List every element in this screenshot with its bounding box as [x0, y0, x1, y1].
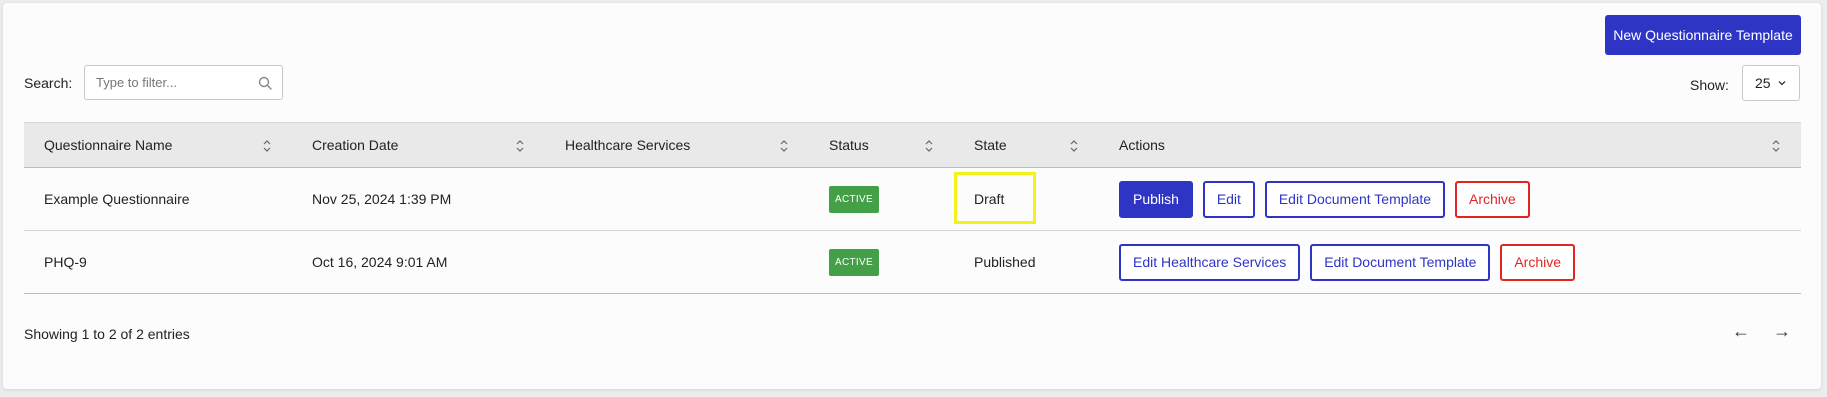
column-header-status[interactable]: Status [809, 122, 954, 168]
cell-healthcare-services [545, 230, 809, 294]
previous-page-arrow-icon[interactable]: ← [1732, 321, 1750, 342]
archive-button[interactable]: Archive [1500, 243, 1576, 281]
edit-healthcare-services-button[interactable]: Edit Healthcare Services [1119, 243, 1301, 281]
edit-button[interactable]: Edit [1202, 180, 1255, 218]
column-header-healthcare-services[interactable]: Healthcare Services [545, 122, 809, 168]
cell-actions: Edit Healthcare Services Edit Document T… [1099, 230, 1801, 294]
cell-questionnaire-name: Example Questionnaire [24, 167, 292, 231]
search-label: Search: [24, 75, 73, 91]
chevron-down-icon [1778, 81, 1786, 86]
sort-icon [263, 140, 271, 152]
show-label: Show: [1690, 77, 1729, 93]
cell-healthcare-services [545, 167, 809, 231]
next-page-arrow-icon[interactable]: → [1773, 321, 1791, 342]
column-header-actions[interactable]: Actions [1099, 122, 1801, 168]
table-row: Example Questionnaire Nov 25, 2024 1:39 … [24, 167, 1801, 231]
cell-actions: Publish Edit Edit Document Template Arch… [1099, 167, 1801, 231]
page-size-value: 25 [1755, 75, 1771, 91]
sort-icon [516, 140, 524, 152]
search-icon [258, 76, 272, 90]
status-badge: ACTIVE [829, 185, 879, 213]
table-row: PHQ-9 Oct 16, 2024 9:01 AM ACTIVE Publis… [24, 230, 1801, 294]
column-header-name[interactable]: Questionnaire Name [24, 122, 292, 168]
new-questionnaire-template-button[interactable]: New Questionnaire Template [1605, 15, 1801, 55]
edit-document-template-button[interactable]: Edit Document Template [1264, 180, 1446, 218]
column-header-creation-date[interactable]: Creation Date [292, 122, 545, 168]
questionnaire-templates-card: New Questionnaire Template Search: Show:… [3, 3, 1821, 389]
state-text: Draft [974, 191, 1005, 207]
page-size-select[interactable]: 25 [1742, 65, 1800, 101]
cell-creation-date: Oct 16, 2024 9:01 AM [292, 230, 545, 294]
cell-questionnaire-name: PHQ-9 [24, 230, 292, 294]
cell-status: ACTIVE [809, 230, 954, 294]
cell-state: Published [954, 230, 1099, 294]
entries-info: Showing 1 to 2 of 2 entries [24, 326, 190, 342]
cell-status: ACTIVE [809, 167, 954, 231]
publish-button[interactable]: Publish [1119, 180, 1193, 218]
status-badge: ACTIVE [829, 248, 879, 276]
cell-state: Draft [954, 167, 1099, 231]
sort-icon [780, 140, 788, 152]
questionnaire-table: Questionnaire Name Creation Date Healthc… [24, 122, 1801, 294]
search-input[interactable] [96, 66, 246, 99]
edit-document-template-button[interactable]: Edit Document Template [1310, 243, 1491, 281]
sort-icon [925, 140, 933, 152]
table-header-row: Questionnaire Name Creation Date Healthc… [24, 122, 1801, 168]
sort-icon [1772, 140, 1780, 152]
search-box [84, 65, 283, 100]
column-header-state[interactable]: State [954, 122, 1099, 168]
cell-creation-date: Nov 25, 2024 1:39 PM [292, 167, 545, 231]
archive-button[interactable]: Archive [1454, 180, 1530, 218]
sort-icon [1070, 140, 1078, 152]
